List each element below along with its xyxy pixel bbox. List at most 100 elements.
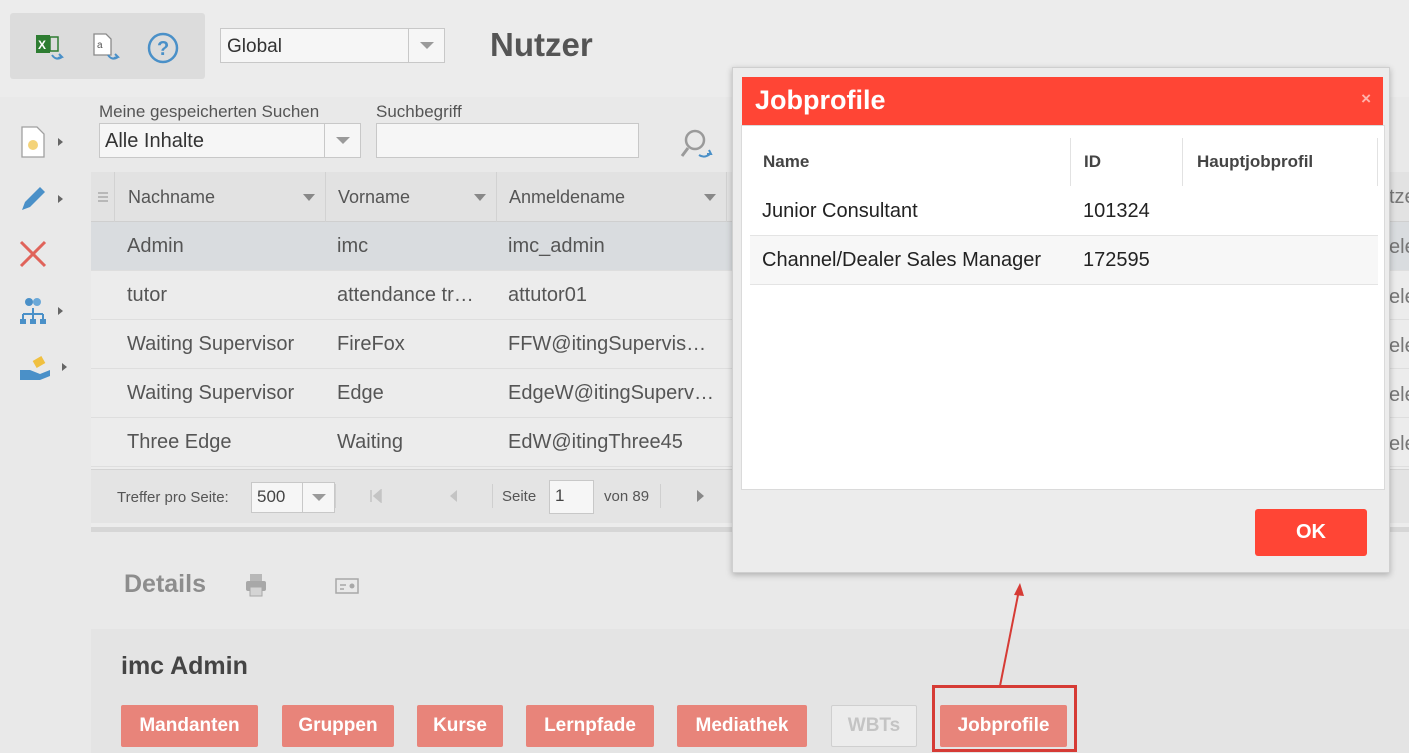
cell-id: 101324 (1083, 200, 1150, 222)
chevron-down-icon[interactable] (408, 29, 444, 62)
text-export-icon[interactable]: a (90, 31, 124, 65)
cell-vorname: FireFox (337, 333, 405, 355)
hierarchy-icon (20, 298, 46, 324)
partial-cell: ele (1389, 286, 1409, 308)
edit-button[interactable] (18, 179, 78, 219)
menu-icon (97, 192, 108, 202)
column-anmeldename[interactable]: Anmeldename (497, 172, 727, 222)
cell-vorname: Waiting (337, 431, 403, 453)
sort-dropdown-icon[interactable] (303, 193, 315, 201)
ok-button[interactable]: OK (1255, 509, 1367, 556)
new-document-button[interactable] (18, 122, 78, 162)
svg-text:X: X (38, 38, 46, 52)
cell-anmeldename: EdW@itingThree45 (508, 431, 683, 453)
details-title: Details (124, 570, 206, 598)
cell-nachname: Waiting Supervisor (127, 333, 295, 355)
column-nachname[interactable]: Nachname (116, 172, 326, 222)
close-icon[interactable]: × (1361, 89, 1371, 109)
handover-button[interactable] (18, 347, 78, 387)
page-label: Seite (502, 488, 537, 505)
delete-icon (19, 240, 47, 268)
export-toolbox: X a ? (10, 13, 205, 79)
search-button[interactable] (679, 127, 715, 163)
column-nachname-label: Nachname (128, 186, 216, 207)
per-page-select[interactable]: 500 (251, 482, 335, 513)
saved-searches-value: Alle Inhalte (105, 130, 204, 152)
page-input[interactable]: 1 (549, 480, 594, 514)
jobprofile-highlight-box (932, 685, 1077, 752)
sort-dropdown-icon[interactable] (474, 193, 486, 201)
column-vorname-label: Vorname (338, 186, 411, 207)
dialog-title: Jobprofile (755, 85, 886, 115)
partial-cell: ele (1389, 236, 1409, 258)
cell-nachname: tutor (127, 284, 168, 306)
partial-column-header: tze (1389, 186, 1409, 208)
chevron-down-icon[interactable] (324, 124, 360, 157)
page-count-label: von 89 (604, 488, 650, 505)
hierarchy-button[interactable] (18, 291, 78, 331)
column-vorname[interactable]: Vorname (326, 172, 497, 222)
mandanten-button[interactable]: Mandanten (121, 705, 258, 747)
cell-vorname: attendance tr… (337, 284, 474, 306)
search-input[interactable] (376, 123, 639, 158)
cell-anmeldename: EdgeW@itingSuperv… (508, 382, 714, 404)
print-icon[interactable] (243, 572, 269, 603)
wbts-button[interactable]: WBTs (831, 705, 917, 747)
column-anmeldename-label: Anmeldename (509, 186, 626, 207)
excel-export-icon[interactable]: X (32, 31, 66, 65)
cell-nachname: Admin (127, 235, 184, 257)
person-name: imc Admin (121, 652, 248, 680)
prev-page-icon[interactable] (447, 489, 459, 508)
cell-nachname: Three Edge (127, 431, 232, 453)
edit-icon (22, 187, 45, 210)
gruppen-button[interactable]: Gruppen (282, 705, 394, 747)
cell-nachname: Waiting Supervisor (127, 382, 295, 404)
sort-dropdown-icon[interactable] (704, 193, 716, 201)
lernpfade-button[interactable]: Lernpfade (526, 705, 654, 747)
cell-anmeldename: imc_admin (508, 235, 605, 257)
new-document-icon (21, 126, 45, 158)
cell-vorname: imc (337, 235, 369, 257)
cell-anmeldename: FFW@itingSupervis… (508, 333, 707, 355)
cell-name: Channel/Dealer Sales Manager (762, 249, 1042, 271)
cell-name: Junior Consultant (762, 200, 918, 222)
column-id[interactable]: ID (1084, 138, 1101, 186)
help-icon[interactable]: ? (146, 31, 180, 65)
annotation-arrow (999, 583, 1024, 687)
chevron-down-icon[interactable] (302, 483, 334, 512)
partial-cell: ele (1389, 335, 1409, 357)
partial-cell: ele (1389, 384, 1409, 406)
cell-id: 172595 (1083, 249, 1150, 271)
svg-text:?: ? (157, 38, 169, 60)
partial-cell: ele (1389, 433, 1409, 455)
column-name[interactable]: Name (763, 138, 809, 186)
svg-text:a: a (97, 40, 103, 51)
column-main-jobprofile[interactable]: Hauptjobprofil (1197, 138, 1313, 186)
first-page-icon[interactable] (369, 488, 383, 508)
kurse-button[interactable]: Kurse (417, 705, 503, 747)
mediathek-button[interactable]: Mediathek (677, 705, 807, 747)
details-body: imc Admin Mandanten Gruppen Kurse Lernpf… (91, 629, 1409, 753)
scope-select[interactable]: Global (220, 28, 445, 63)
scope-select-value: Global (227, 36, 282, 57)
delete-button[interactable] (18, 234, 78, 274)
next-page-icon[interactable] (695, 489, 707, 508)
dialog-header: Jobprofile × (742, 77, 1383, 125)
action-sidebar (0, 97, 91, 753)
table-row[interactable]: Junior Consultant 101324 (750, 187, 1378, 236)
table-row[interactable]: Channel/Dealer Sales Manager 172595 (750, 236, 1378, 285)
search-icon (680, 129, 713, 158)
column-menu-button[interactable] (91, 172, 115, 222)
handover-icon (20, 356, 50, 380)
per-page-value: 500 (257, 487, 286, 506)
dialog-body: Name ID Hauptjobprofil Junior Consultant… (741, 125, 1385, 490)
saved-searches-select[interactable]: Alle Inhalte (99, 123, 361, 158)
page-title: Nutzer (490, 26, 593, 63)
id-card-icon[interactable] (334, 576, 360, 601)
per-page-label: Treffer pro Seite: (117, 489, 229, 506)
saved-searches-label: Meine gespeicherten Suchen (99, 102, 320, 121)
jobprofile-dialog: Jobprofile × Name ID Hauptjobprofil Juni… (732, 67, 1390, 573)
cell-vorname: Edge (337, 382, 384, 404)
search-term-label: Suchbegriff (376, 102, 462, 121)
cell-anmeldename: attutor01 (508, 284, 587, 306)
